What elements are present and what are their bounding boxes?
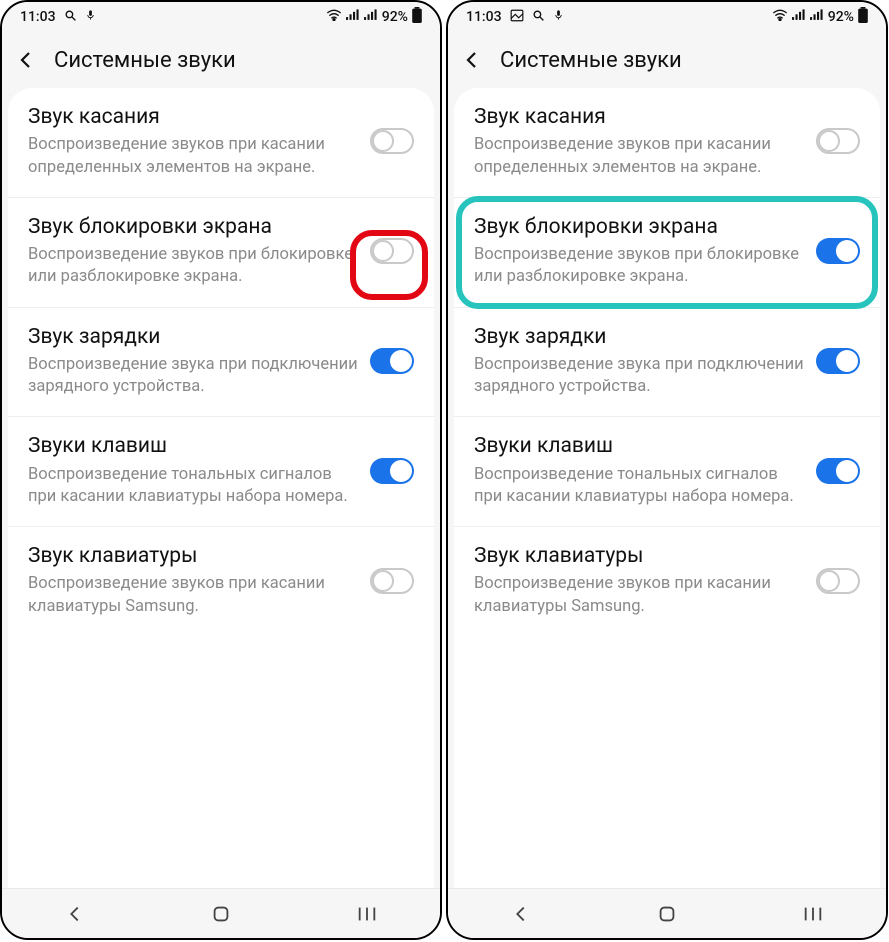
nav-home-icon[interactable] <box>210 903 232 925</box>
back-button[interactable] <box>14 48 38 72</box>
setting-title: Звук клавиатуры <box>28 543 358 569</box>
battery-icon <box>858 7 868 27</box>
toggle-dialpad-sound[interactable] <box>370 458 414 484</box>
navigation-bar <box>448 888 886 938</box>
battery-icon <box>412 7 422 27</box>
microphone-icon <box>85 8 96 26</box>
toggle-lock-sound[interactable] <box>370 238 414 264</box>
battery-percentage: 92% <box>828 9 854 25</box>
signal-icon <box>792 9 806 25</box>
toggle-keyboard-sound[interactable] <box>816 568 860 594</box>
setting-desc: Воспроизведение звуков при блокировке ил… <box>28 244 358 289</box>
nav-back-icon[interactable] <box>510 903 532 925</box>
signal-icon-2 <box>810 9 824 25</box>
setting-touch-sound[interactable]: Звук касания Воспроизведение звуков при … <box>454 88 880 198</box>
signal-icon-2 <box>364 9 378 25</box>
setting-touch-sound[interactable]: Звук касания Воспроизведение звуков при … <box>8 88 434 198</box>
app-bar: Системные звуки <box>2 32 440 88</box>
toggle-lock-sound[interactable] <box>816 238 860 264</box>
battery-percentage: 92% <box>382 9 408 25</box>
setting-charging-sound[interactable]: Звук зарядки Воспроизведение звука при п… <box>8 308 434 418</box>
setting-desc: Воспроизведение звуков при касании опред… <box>28 134 358 179</box>
phone-left: 11:03 92% Сис <box>0 0 442 940</box>
nav-back-icon[interactable] <box>64 903 86 925</box>
setting-title: Звуки клавиш <box>474 433 804 459</box>
toggle-charging-sound[interactable] <box>816 348 860 374</box>
back-button[interactable] <box>460 48 484 72</box>
settings-list: Звук касания Воспроизведение звуков при … <box>454 88 880 888</box>
setting-desc: Воспроизведение звука при подключении за… <box>28 354 358 399</box>
setting-title: Звук касания <box>474 104 804 130</box>
microphone-icon <box>553 8 564 26</box>
setting-charging-sound[interactable]: Звук зарядки Воспроизведение звука при п… <box>454 308 880 418</box>
wifi-icon <box>326 9 342 25</box>
setting-desc: Воспроизведение звуков при касании клави… <box>474 573 804 618</box>
status-bar: 11:03 92% <box>2 2 440 32</box>
search-icon <box>532 9 545 26</box>
setting-title: Звук блокировки экрана <box>474 214 804 240</box>
navigation-bar <box>2 888 440 938</box>
setting-desc: Воспроизведение звуков при касании клави… <box>28 573 358 618</box>
toggle-touch-sound[interactable] <box>816 128 860 154</box>
page-title: Системные звуки <box>54 48 236 73</box>
toggle-keyboard-sound[interactable] <box>370 568 414 594</box>
setting-keyboard-sound[interactable]: Звук клавиатуры Воспроизведение звуков п… <box>454 527 880 636</box>
setting-desc: Воспроизведение тональных сигналов при к… <box>474 464 804 509</box>
phone-right: 11:03 92% <box>446 0 888 940</box>
signal-icon <box>346 9 360 25</box>
wifi-icon <box>772 9 788 25</box>
setting-desc: Воспроизведение звука при подключении за… <box>474 354 804 399</box>
setting-title: Звук зарядки <box>28 324 358 350</box>
setting-title: Звук зарядки <box>474 324 804 350</box>
search-icon <box>64 9 77 26</box>
setting-dialpad-sound[interactable]: Звуки клавиш Воспроизведение тональных с… <box>8 417 434 527</box>
nav-recents-icon[interactable] <box>356 905 378 923</box>
setting-desc: Воспроизведение звуков при блокировке ил… <box>474 244 804 289</box>
status-time: 11:03 <box>466 9 502 25</box>
setting-keyboard-sound[interactable]: Звук клавиатуры Воспроизведение звуков п… <box>8 527 434 636</box>
setting-desc: Воспроизведение тональных сигналов при к… <box>28 464 358 509</box>
setting-title: Звуки клавиш <box>28 433 358 459</box>
page-title: Системные звуки <box>500 48 682 73</box>
gallery-icon <box>510 9 524 26</box>
setting-title: Звук клавиатуры <box>474 543 804 569</box>
setting-title: Звук блокировки экрана <box>28 214 358 240</box>
toggle-dialpad-sound[interactable] <box>816 458 860 484</box>
nav-home-icon[interactable] <box>656 903 678 925</box>
toggle-charging-sound[interactable] <box>370 348 414 374</box>
settings-list: Звук касания Воспроизведение звуков при … <box>8 88 434 888</box>
toggle-touch-sound[interactable] <box>370 128 414 154</box>
status-bar: 11:03 92% <box>448 2 886 32</box>
app-bar: Системные звуки <box>448 32 886 88</box>
setting-desc: Воспроизведение звуков при касании опред… <box>474 134 804 179</box>
setting-title: Звук касания <box>28 104 358 130</box>
setting-lock-sound[interactable]: Звук блокировки экрана Воспроизведение з… <box>454 198 880 308</box>
setting-lock-sound[interactable]: Звук блокировки экрана Воспроизведение з… <box>8 198 434 308</box>
nav-recents-icon[interactable] <box>802 905 824 923</box>
status-time: 11:03 <box>20 9 56 25</box>
setting-dialpad-sound[interactable]: Звуки клавиш Воспроизведение тональных с… <box>454 417 880 527</box>
